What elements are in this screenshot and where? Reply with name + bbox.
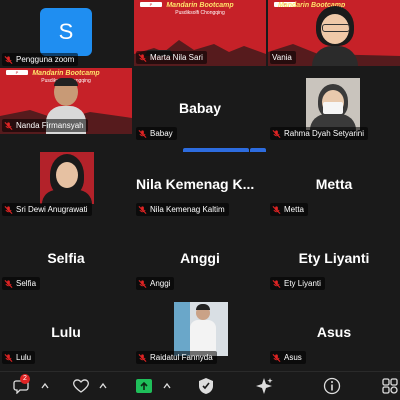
participant-video	[312, 6, 358, 66]
participant-label: Raidatul Fannyda	[136, 351, 217, 364]
chat-button[interactable]: 2	[10, 374, 32, 396]
participant-photo	[306, 78, 360, 130]
chevron-up-icon	[41, 382, 49, 389]
participant-label: Babay	[136, 127, 177, 140]
participant-name: Metta	[284, 205, 305, 214]
chevron-up-icon	[99, 382, 107, 389]
tile-vania[interactable]: P Mandarin Bootcamp Vania	[268, 0, 400, 66]
participant-name: Babay	[150, 129, 173, 138]
apps-icon	[382, 378, 398, 394]
participant-name: Asus	[284, 353, 302, 362]
tile-anggi[interactable]: Anggi Anggi	[134, 226, 266, 292]
avatar: S	[40, 8, 92, 56]
participant-label: Ety Liyanti	[270, 277, 325, 290]
participant-label: Metta	[270, 203, 309, 216]
tile-lulu[interactable]: Lulu Lulu	[0, 300, 132, 366]
tile-asus[interactable]: Asus Asus	[268, 300, 400, 366]
banner-subtitle: Pusdiksolfi Chongqing	[175, 10, 225, 16]
participant-name: Ety Liyanti	[284, 279, 321, 288]
tile-raidatul[interactable]: Raidatul Fannyda	[134, 300, 266, 366]
participant-name: Pengguna zoom	[16, 55, 75, 64]
participant-display-name: Lulu	[51, 324, 81, 340]
mic-muted-icon	[272, 353, 281, 362]
share-options-caret[interactable]	[160, 376, 174, 396]
participant-name: Nanda Firmansyah	[16, 121, 84, 130]
tile-rahma[interactable]: Rahma Dyah Setyarini	[268, 76, 400, 142]
shield-icon	[199, 378, 213, 394]
mic-muted-icon	[138, 279, 147, 288]
mic-muted-icon	[4, 353, 13, 362]
mic-muted-icon	[4, 121, 13, 130]
reactions-options-caret[interactable]	[96, 376, 110, 396]
share-screen-icon	[136, 379, 152, 393]
chat-badge: 2	[20, 374, 30, 384]
mic-muted-icon	[272, 129, 281, 138]
participant-label: Nila Kemenag Kaltim	[136, 203, 229, 216]
participant-label: Asus	[270, 351, 306, 364]
meeting-toolbar: 2	[0, 371, 400, 400]
participant-name: Lulu	[16, 353, 32, 362]
participant-label: Vania	[270, 51, 296, 64]
tile-pengguna-zoom[interactable]: S Pengguna zoom	[0, 2, 132, 68]
participant-display-name: Metta	[315, 176, 353, 192]
participant-name: Marta Nila Sari	[150, 53, 203, 62]
participant-photo	[174, 302, 228, 356]
mic-muted-icon	[272, 205, 281, 214]
mic-muted-icon	[138, 53, 147, 62]
participant-name: Rahma Dyah Setyarini	[284, 129, 365, 138]
sparkle-icon	[256, 378, 273, 394]
participant-display-name: Asus	[316, 324, 352, 340]
chat-options-caret[interactable]	[38, 376, 52, 396]
participant-display-name: Babay	[178, 100, 222, 116]
tile-babay[interactable]: Babay Babay	[134, 76, 266, 142]
participant-name: Anggi	[150, 279, 171, 288]
participant-name: Selfia	[16, 279, 37, 288]
participant-label: Pengguna zoom	[2, 53, 79, 66]
mic-muted-icon	[4, 55, 13, 64]
info-icon	[323, 377, 341, 395]
participant-display-name: Anggi	[180, 250, 220, 266]
chevron-up-icon	[163, 382, 171, 389]
tile-nila[interactable]: Nila Kemenag K... Nila Kemenag Kaltim	[134, 152, 266, 218]
participant-name: Raidatul Fannyda	[150, 353, 213, 362]
mic-muted-icon	[138, 353, 147, 362]
mic-muted-icon	[4, 205, 13, 214]
participant-label: Marta Nila Sari	[136, 51, 207, 64]
participant-label: Lulu	[2, 351, 36, 364]
participant-name: Vania	[272, 53, 292, 62]
mic-muted-icon	[138, 205, 147, 214]
mic-muted-icon	[272, 279, 281, 288]
tile-metta[interactable]: Metta Metta	[268, 152, 400, 218]
share-screen-button[interactable]	[134, 376, 154, 396]
banner-title: Mandarin Bootcamp	[166, 2, 234, 9]
participant-label: Nanda Firmansyah	[2, 119, 88, 132]
participant-label: Anggi	[136, 277, 175, 290]
tile-nanda[interactable]: P Mandarin Bootcamp Pusdiksolfi Chongqin…	[0, 68, 132, 134]
participant-label: Selfia	[2, 277, 41, 290]
mic-muted-icon	[4, 279, 13, 288]
tile-sri[interactable]: Sri Dewi Anugrawati	[0, 152, 132, 218]
participant-label: Rahma Dyah Setyarini	[270, 127, 369, 140]
ai-companion-button[interactable]	[254, 376, 274, 396]
participant-name: Sri Dewi Anugrawati	[16, 205, 88, 214]
participant-display-name: Selfia	[47, 250, 85, 266]
participant-grid: S Pengguna zoom P Mandarin Bootcamp Pusd…	[0, 0, 400, 372]
reactions-button[interactable]	[70, 376, 92, 396]
participant-name: Nila Kemenag Kaltim	[150, 205, 225, 214]
tile-marta[interactable]: P Mandarin Bootcamp Pusdiksolfi Chongqin…	[134, 0, 266, 66]
security-button[interactable]	[196, 376, 216, 396]
participant-display-name: Nila Kemenag K...	[136, 176, 255, 192]
participant-label: Sri Dewi Anugrawati	[2, 203, 92, 216]
heart-icon	[73, 379, 89, 393]
tile-ety[interactable]: Ety Liyanti Ety Liyanti	[268, 226, 400, 292]
tile-selfia[interactable]: Selfia Selfia	[0, 226, 132, 292]
info-button[interactable]	[322, 376, 342, 396]
banner-title: Mandarin Bootcamp	[32, 70, 100, 77]
apps-button[interactable]	[380, 376, 400, 396]
participant-display-name: Ety Liyanti	[298, 250, 370, 266]
participant-photo	[40, 152, 94, 204]
mic-muted-icon	[138, 129, 147, 138]
